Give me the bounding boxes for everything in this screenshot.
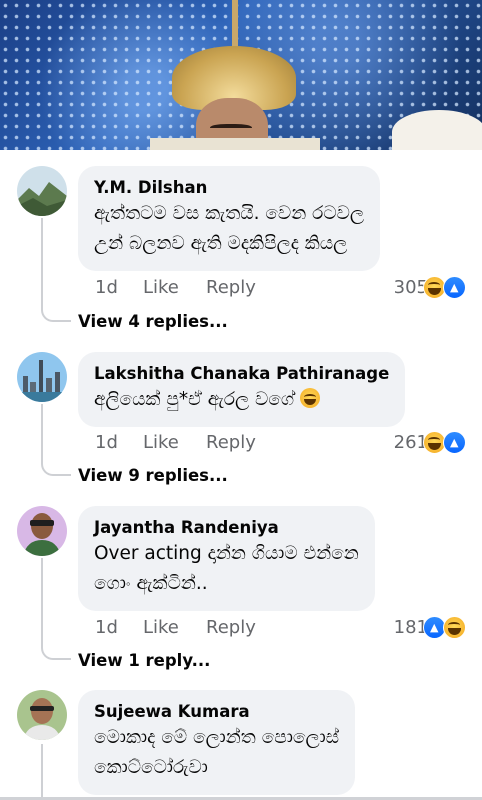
like-reaction-icon[interactable] (443, 276, 466, 299)
comment-text-line: ඇත්තටම වස කැතයි. වෙන රටවල (94, 203, 365, 224)
thread-line (41, 558, 43, 646)
reply-button[interactable]: Reply (206, 432, 256, 453)
haha-reaction-icon[interactable] (443, 616, 466, 639)
like-button[interactable]: Like (143, 432, 179, 453)
thread-line (41, 218, 43, 308)
thread-curve (41, 462, 71, 476)
thread-line (41, 744, 43, 800)
avatar[interactable] (17, 352, 67, 402)
view-replies-link[interactable]: View 1 reply... (78, 651, 210, 670)
reply-button[interactable]: Reply (206, 617, 256, 638)
comment-author[interactable]: Lakshitha Chanaka Pathiranage (94, 363, 389, 385)
comment-bubble[interactable]: Sujeewa Kumara මොකාද මේ ලොන්ත පොලොස් කොට… (78, 690, 356, 795)
avatar[interactable] (17, 166, 67, 216)
comment-author[interactable]: Sujeewa Kumara (94, 701, 339, 723)
comment-author[interactable]: Jayantha Randeniya (94, 517, 359, 539)
thread-line (41, 404, 43, 462)
avatar[interactable] (17, 506, 67, 556)
like-reaction-icon[interactable] (443, 431, 466, 454)
comment-text-line: කොට්ටෝරුවා (94, 757, 208, 778)
view-replies-link[interactable]: View 4 replies... (78, 312, 228, 331)
comment-text-line: Over acting දාන්න ගියාම එන්නෙ (94, 543, 359, 564)
thread-curve (41, 308, 71, 322)
comment-bubble[interactable]: Jayantha Randeniya Over acting දාන්න ගිය… (78, 506, 375, 611)
comment-time: 1d (95, 432, 118, 453)
view-replies-link[interactable]: View 9 replies... (78, 466, 228, 485)
like-button[interactable]: Like (143, 277, 179, 298)
comment-bubble[interactable]: Lakshitha Chanaka Pathiranage අලියෙක් පු… (78, 352, 406, 427)
comment-bubble[interactable]: Y.M. Dilshan ඇත්තටම වස කැතයි. වෙන රටවල උ… (78, 166, 381, 271)
comment-text-line: අලියෙක් පු*ඒ ඇරල වගේ (94, 385, 389, 415)
person-collar (150, 138, 320, 150)
comment-time: 1d (95, 617, 118, 638)
thread-curve (41, 646, 71, 660)
comment-author[interactable]: Y.M. Dilshan (94, 177, 364, 199)
comment-text-line: උන් බලනව ඇති මදකිපිලද කියල (94, 233, 348, 254)
reply-button[interactable]: Reply (206, 277, 256, 298)
video-thumbnail[interactable] (0, 0, 482, 150)
like-button[interactable]: Like (143, 617, 179, 638)
comment-time: 1d (95, 277, 118, 298)
comment-text-line: මොකාද මේ ලොන්ත පොලොස් (94, 727, 340, 748)
background-hat (392, 110, 482, 150)
avatar[interactable] (17, 690, 67, 740)
comment-text-line: ගොං ඇක්ටින්.. (94, 573, 208, 594)
haha-emoji-icon (300, 388, 321, 408)
comment-text: අලියෙක් පු*ඒ ඇරල වගේ (94, 389, 295, 410)
